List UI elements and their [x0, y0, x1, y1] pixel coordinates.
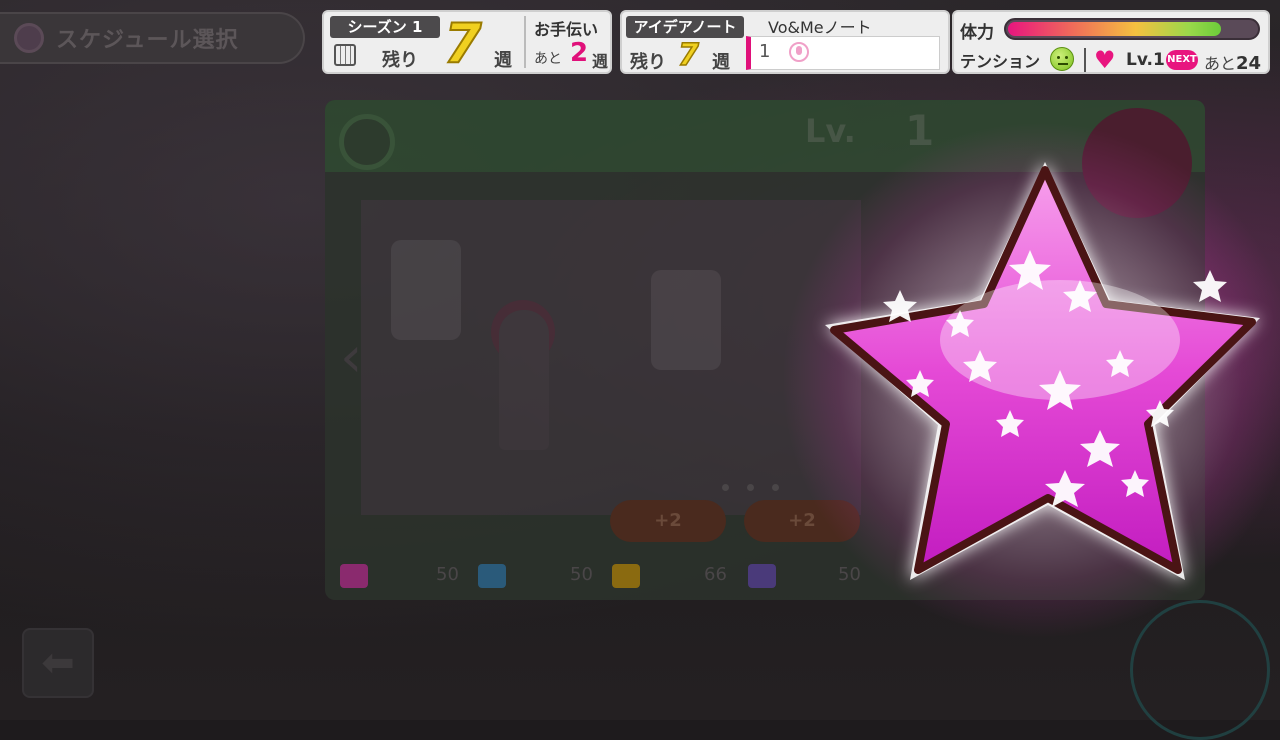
smile-face-icon — [1050, 47, 1074, 71]
schedule-select-button[interactable]: スケジュール選択 — [0, 12, 305, 64]
stamina-label: 体力 — [960, 23, 994, 43]
param-value: 50 — [436, 564, 459, 585]
glow-ring — [1130, 600, 1270, 740]
stamina-bar — [1004, 18, 1260, 40]
heart-level: Lv.1 — [1126, 50, 1165, 70]
heart-icon: ♥ — [1094, 46, 1116, 74]
season-panel: シーズン 1 残り 7 週 お手伝い あと 2 週 — [322, 10, 612, 76]
prev-arrow-icon[interactable]: ‹ — [340, 330, 362, 386]
season-title: シーズン 1 — [330, 16, 440, 38]
bonus-bubble: +2 — [610, 500, 726, 542]
rest-value: 24 — [1236, 53, 1262, 74]
note-label: Vo&Meノート — [768, 18, 872, 37]
clock-icon — [339, 114, 395, 170]
idea-note-title: アイデアノート — [626, 16, 744, 38]
divider — [1084, 48, 1086, 72]
next-badge: NEXT — [1166, 50, 1198, 70]
studio-light — [391, 240, 461, 340]
helper-weeks: 2 — [570, 38, 589, 68]
back-arrow-icon: ⬅ — [41, 640, 75, 686]
schedule-icon — [14, 23, 44, 53]
idea-remain-weeks: 7 — [677, 37, 699, 74]
param-value: 50 — [570, 564, 593, 585]
star-icon — [825, 162, 1260, 580]
stamina-fill — [1008, 22, 1222, 36]
calendar-icon — [334, 44, 356, 66]
note-count: 1 — [759, 41, 771, 62]
param-icon — [748, 564, 776, 588]
season-remain-weeks: 7 — [443, 11, 483, 76]
idea-week-label: 週 — [712, 52, 730, 73]
idea-note-panel[interactable]: アイデアノート Vo&Meノート 残り 7 週 1 — [620, 10, 950, 74]
rest-group: あと24 — [1204, 50, 1261, 74]
character — [499, 310, 549, 450]
page-dot — [747, 484, 754, 491]
page-dot — [722, 484, 729, 491]
param-icon — [340, 564, 368, 588]
param-icon — [612, 564, 640, 588]
schedule-label: スケジュール選択 — [56, 28, 239, 53]
helper-label: お手伝い — [534, 20, 599, 39]
season-remain-label: 残り — [382, 50, 418, 71]
studio-light — [651, 270, 721, 370]
note-slot[interactable]: 1 — [746, 36, 940, 70]
param-icon — [478, 564, 506, 588]
helper-rest-label: あと — [534, 51, 562, 67]
divider — [524, 16, 526, 68]
rest-label: あと — [1204, 54, 1237, 73]
season-week-label: 週 — [494, 50, 512, 71]
page-dot — [772, 484, 779, 491]
stamina-panel: 体力 テンション ♥ Lv.1 NEXT あと24 — [952, 10, 1270, 74]
idea-remain-label: 残り — [630, 52, 666, 73]
helper-week-label: 週 — [592, 52, 609, 71]
mic-icon — [789, 42, 809, 62]
param-value: 66 — [704, 564, 727, 585]
back-button[interactable]: ⬅ — [22, 628, 94, 698]
tension-label: テンション — [960, 52, 1041, 71]
